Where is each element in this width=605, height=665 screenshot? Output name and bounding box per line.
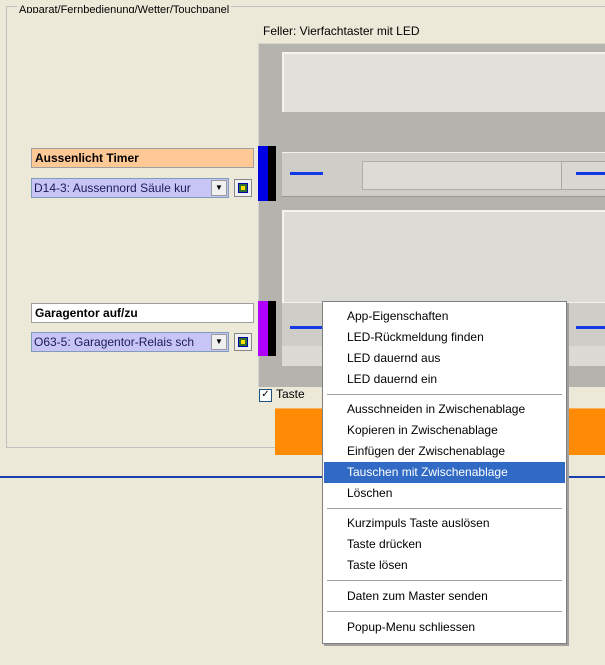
menu-item-delete[interactable]: Löschen [324,483,565,504]
led-indicator-right-2 [576,326,605,329]
menu-item-cut[interactable]: Ausschneiden in Zwischenablage [324,399,565,420]
channel-label-1[interactable]: Aussenlicht Timer [31,148,254,168]
channel-select-2[interactable]: O63-5: Garagentor-Relais sch ▼ [31,332,229,352]
led-window-1 [362,161,564,190]
channel-black-bar-2 [268,301,276,356]
channel-color-bar-1 [258,146,268,201]
taste-checkbox[interactable]: ✓ [259,389,272,402]
channel-select-1[interactable]: D14-3: Aussennord Säule kur ▼ [31,178,229,198]
led-indicator-left-1 [290,172,323,175]
chevron-down-icon[interactable]: ▼ [211,334,227,350]
channel-color-bar-2 [258,301,268,356]
menu-item-led-always-off[interactable]: LED dauernd aus [324,348,565,369]
led-indicator-right-1 [576,172,605,175]
menu-item-copy[interactable]: Kopieren in Zwischenablage [324,420,565,441]
led-indicator-left-2 [290,326,323,329]
menu-item-find-led-feedback[interactable]: LED-Rückmeldung finden [324,327,565,348]
channel-select-value-1: D14-3: Aussennord Säule kur [34,181,191,195]
group-title: Apparat/Fernbedienung/Wetter/Touchpanel [17,4,232,13]
taste-checkbox-label[interactable]: Taste [276,387,305,401]
color-picker-icon[interactable] [234,179,252,197]
color-picker-icon[interactable] [234,333,252,351]
menu-separator [327,580,562,581]
menu-item-send-to-master[interactable]: Daten zum Master senden [324,586,565,607]
channel-black-bar-1 [268,146,276,201]
button-row-1[interactable] [282,152,605,197]
menu-item-close-popup[interactable]: Popup-Menu schliessen [324,617,565,638]
menu-item-short-pulse[interactable]: Kurzimpuls Taste auslösen [324,513,565,534]
menu-item-swap[interactable]: Tauschen mit Zwischenablage [324,462,565,483]
led-right-1 [561,161,605,190]
menu-item-press-key[interactable]: Taste drücken [324,534,565,555]
channel-label-2[interactable]: Garagentor auf/zu [31,303,254,323]
menu-separator [327,508,562,509]
panel-mid-plate [282,210,605,302]
menu-separator [327,394,562,395]
menu-item-led-always-on[interactable]: LED dauernd ein [324,369,565,390]
context-menu: App-Eigenschaften LED-Rückmeldung finden… [322,301,567,644]
menu-separator [327,611,562,612]
menu-item-paste[interactable]: Einfügen der Zwischenablage [324,441,565,462]
device-caption: Feller: Vierfachtaster mit LED [263,24,420,38]
menu-item-app-properties[interactable]: App-Eigenschaften [324,306,565,327]
menu-item-release-key[interactable]: Taste lösen [324,555,565,576]
chevron-down-icon[interactable]: ▼ [211,180,227,196]
panel-top-plate [282,52,605,112]
channel-select-value-2: O63-5: Garagentor-Relais sch [34,335,195,349]
